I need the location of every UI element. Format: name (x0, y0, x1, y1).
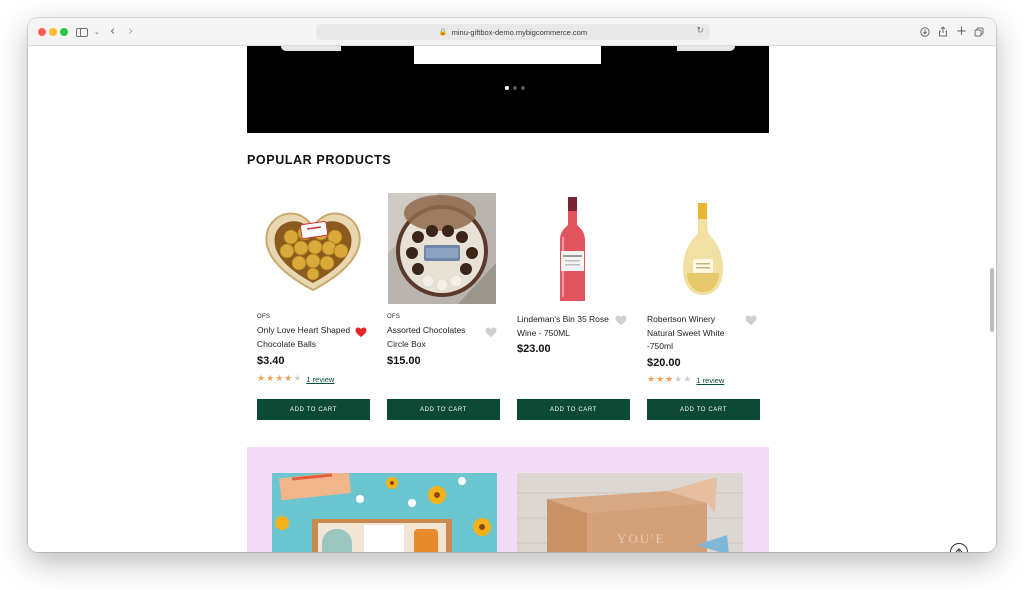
scrollbar-thumb[interactable] (990, 268, 994, 332)
hero-slide-panel (414, 46, 601, 64)
back-icon[interactable]: ‹ (110, 24, 115, 40)
product-name[interactable]: Only Love Heart Shaped Chocolate Balls (257, 324, 352, 351)
product-image-heart-chocolates[interactable] (257, 193, 370, 306)
download-icon[interactable] (920, 24, 930, 40)
section-title: POPULAR PRODUCTS (247, 153, 392, 167)
product-image-rose-wine[interactable] (517, 193, 630, 306)
browser-toolbar: ⌄ ‹ › 🔒 minu-giftbox-demo.mybigcommerce.… (28, 18, 996, 46)
new-tab-icon[interactable]: + (956, 24, 967, 40)
lock-icon: 🔒 (438, 29, 448, 36)
add-to-cart-button[interactable]: ADD TO CART (257, 399, 370, 420)
close-window-button[interactable] (38, 28, 46, 36)
star-icon: ★ (293, 374, 302, 384)
product-name[interactable]: Assorted Chocolates Circle Box (387, 324, 482, 351)
promo-image-gift-box-flowers[interactable] (272, 473, 497, 552)
tabs-icon[interactable] (974, 24, 984, 40)
promo-banner: YOU'E (247, 447, 769, 552)
reload-icon[interactable]: ↻ (696, 26, 704, 36)
hero-carousel[interactable] (247, 46, 769, 133)
heart-icon[interactable] (615, 313, 627, 325)
back-to-top-button[interactable] (950, 543, 968, 552)
carousel-dot[interactable] (521, 86, 525, 90)
product-image-white-wine[interactable] (647, 193, 760, 306)
carousel-dot[interactable] (505, 86, 509, 90)
heart-icon[interactable] (745, 313, 757, 325)
minimize-window-button[interactable] (49, 28, 57, 36)
add-to-cart-button[interactable]: ADD TO CART (387, 399, 500, 420)
product-name[interactable]: Robertson Winery Natural Sweet White -75… (647, 313, 742, 354)
star-icon: ★ (683, 375, 692, 385)
carousel-dot[interactable] (513, 86, 517, 90)
product-card: OFS Only Love Heart Shaped Chocolate Bal… (257, 193, 370, 423)
arrow-up-icon (955, 547, 963, 552)
heart-icon[interactable] (355, 325, 367, 337)
star-icon: ★ (284, 374, 293, 384)
product-rating: ★ ★ ★ ★ ★ 1 review (257, 374, 334, 384)
promo-image-open-box[interactable]: YOU'E (517, 473, 743, 552)
browser-window: ⌄ ‹ › 🔒 minu-giftbox-demo.mybigcommerce.… (28, 18, 996, 552)
address-bar[interactable]: 🔒 minu-giftbox-demo.mybigcommerce.com ↻ (316, 24, 710, 40)
share-icon[interactable] (938, 24, 948, 40)
chevron-down-icon[interactable]: ⌄ (94, 24, 100, 40)
product-rating: ★ ★ ★ ★ ★ 1 review (647, 375, 724, 385)
star-icon: ★ (674, 375, 683, 385)
product-price: $3.40 (257, 355, 285, 367)
sidebar-icon[interactable] (76, 28, 88, 37)
hero-decoration (677, 46, 735, 51)
address-bar-url: minu-giftbox-demo.mybigcommerce.com (451, 27, 588, 37)
hero-decoration (281, 46, 341, 51)
product-price: $20.00 (647, 357, 681, 369)
zoom-window-button[interactable] (60, 28, 68, 36)
star-icon: ★ (257, 374, 266, 384)
star-icon: ★ (275, 374, 284, 384)
star-icon: ★ (266, 374, 275, 384)
product-brand: OFS (257, 314, 271, 320)
product-card: Lindeman's Bin 35 Rose Wine - 750ML $23.… (517, 193, 630, 423)
forward-icon[interactable]: › (128, 24, 133, 40)
add-to-cart-button[interactable]: ADD TO CART (517, 399, 630, 420)
product-card: OFS Assorted Chocolates Circle Box $15.0… (387, 193, 500, 423)
star-icon: ★ (665, 375, 674, 385)
product-brand: OFS (387, 314, 401, 320)
heart-icon[interactable] (485, 325, 497, 337)
product-image-assorted-chocolates[interactable] (388, 193, 496, 304)
page-viewport: POPULAR PRODUCTS OFS Only Love Heart Sha… (28, 46, 996, 552)
box-logo: YOU'E (617, 531, 665, 546)
carousel-dots (505, 86, 525, 90)
product-card: Robertson Winery Natural Sweet White -75… (647, 193, 760, 423)
product-price: $23.00 (517, 343, 551, 355)
product-price: $15.00 (387, 355, 421, 367)
star-icon: ★ (647, 375, 656, 385)
review-link[interactable]: 1 review (696, 376, 724, 385)
star-icon: ★ (656, 375, 665, 385)
product-name[interactable]: Lindeman's Bin 35 Rose Wine - 750ML (517, 313, 612, 340)
add-to-cart-button[interactable]: ADD TO CART (647, 399, 760, 420)
review-link[interactable]: 1 review (306, 375, 334, 384)
